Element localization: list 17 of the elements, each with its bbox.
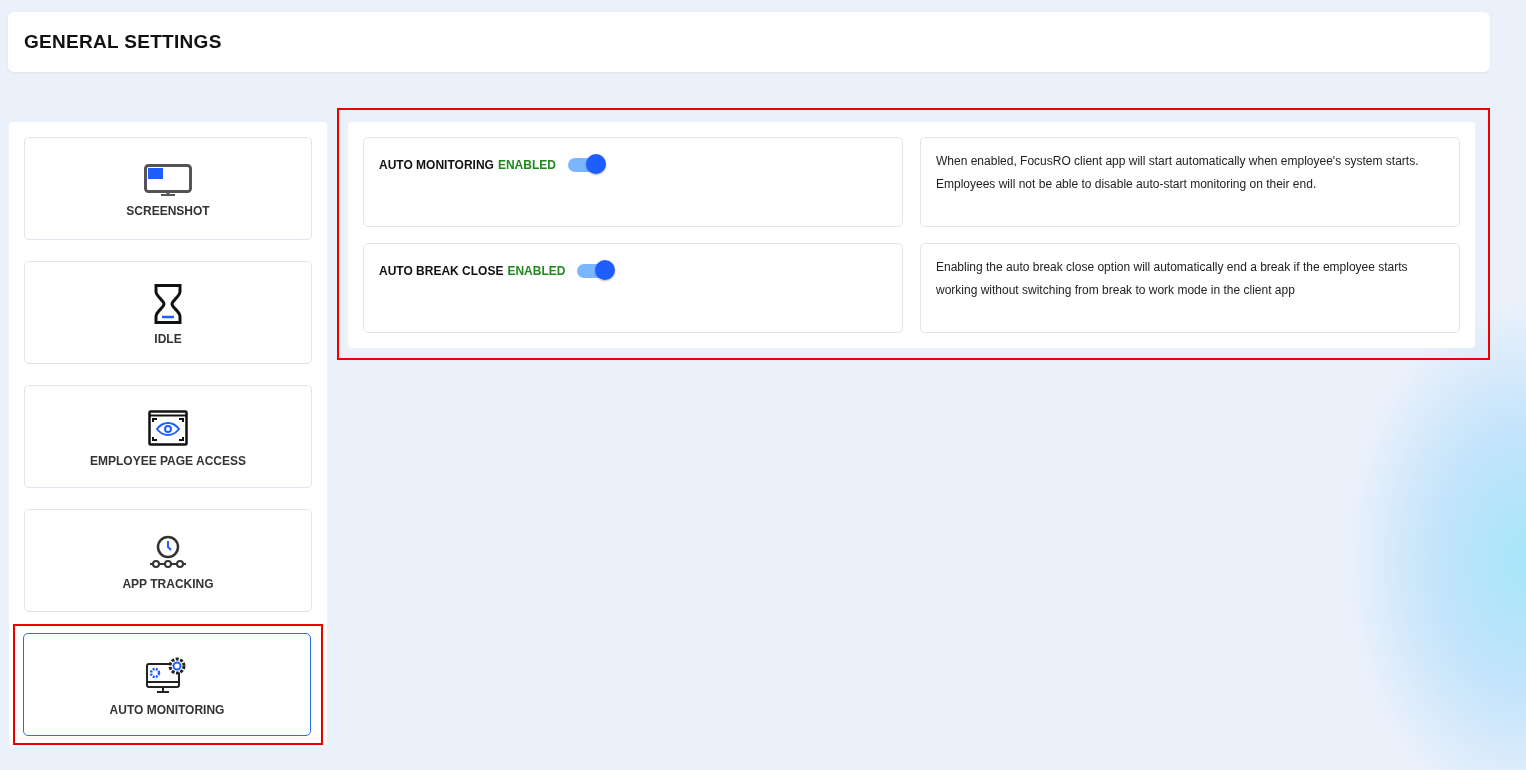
settings-tab[interactable]: EMPLOYEE PAGE ACCESS: [24, 385, 312, 488]
setting-label: AUTO MONITORING: [379, 158, 494, 172]
eye-window-icon: [148, 409, 188, 446]
settings-tab[interactable]: IDLE: [24, 261, 312, 364]
settings-tab[interactable]: AUTO MONITORING: [23, 633, 311, 736]
status-text: ENABLED: [497, 158, 556, 172]
setting-label: AUTO BREAK CLOSE: [379, 264, 504, 278]
status-text: ENABLED: [507, 264, 566, 278]
page-title: GENERAL SETTINGS: [24, 31, 222, 53]
clock-timeline-icon: [149, 534, 187, 569]
setting-description: When enabled, FocusRO client app will start automatically when employee's system starts. Employees will not be able to disable auto-start monitoring on their end.: [936, 153, 1420, 193]
monitor-icon: [144, 163, 192, 196]
monitor-gear-icon: [146, 656, 188, 695]
settings-tab[interactable]: APP TRACKING: [24, 509, 312, 612]
hourglass-icon: [154, 283, 182, 324]
setting-description: Enabling the auto break close option will automatically end a break if the employee starts working without switching from break to work mode in the client app: [936, 259, 1409, 299]
settings-tab[interactable]: SCREENSHOT: [24, 137, 312, 240]
